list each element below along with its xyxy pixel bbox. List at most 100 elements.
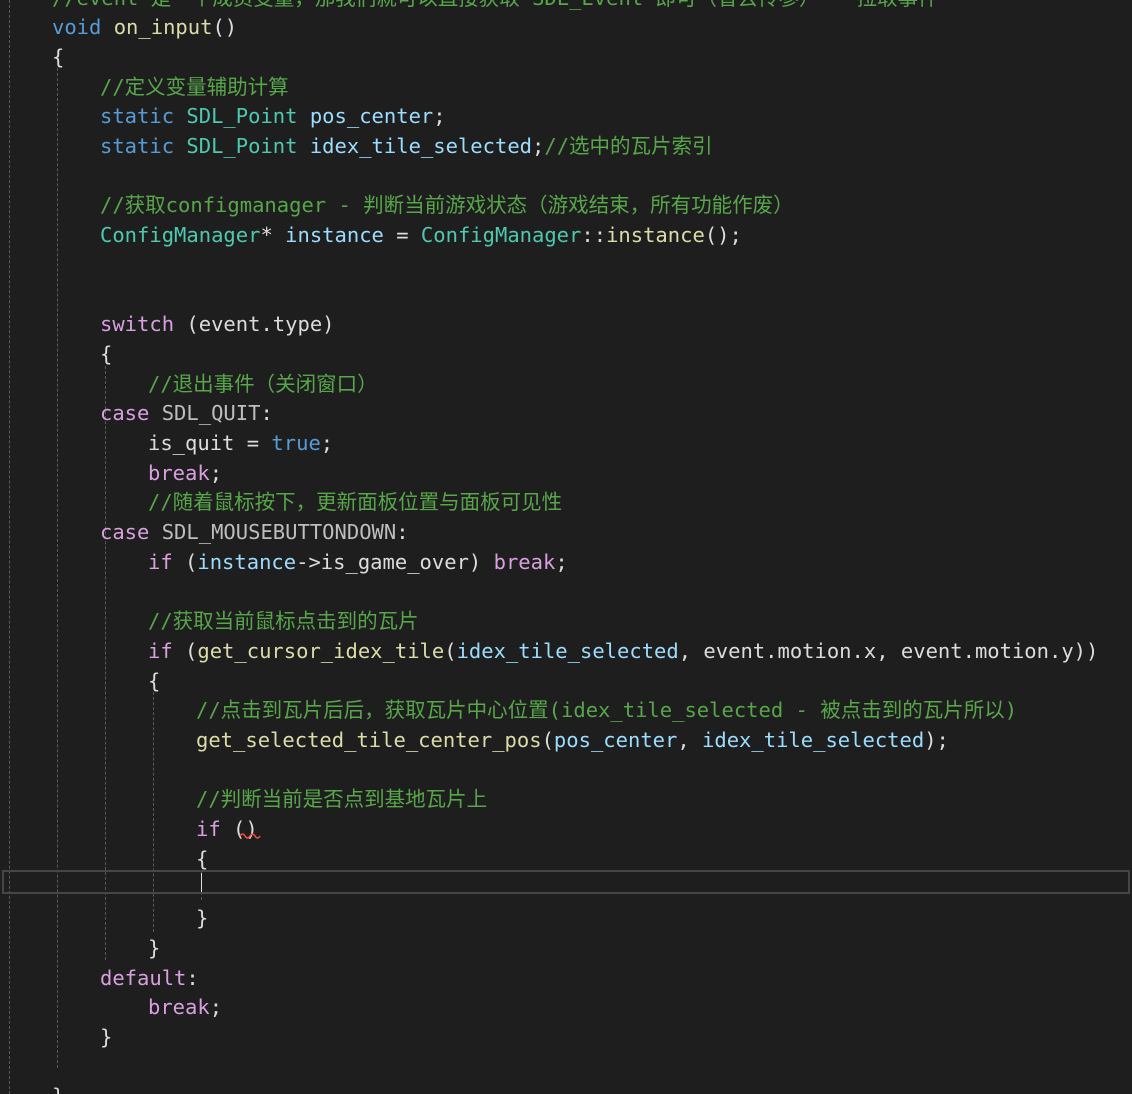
code-token: ;: [433, 104, 446, 129]
code-line[interactable]: }: [196, 904, 208, 934]
code-line[interactable]: //event 是一个成员变量，那我们就可以直接获取 SDL_Event 即可（…: [52, 0, 939, 13]
indent-guide: [153, 692, 154, 932]
code-token: :: [260, 401, 273, 426]
code-line[interactable]: is_quit = true;: [148, 429, 333, 459]
code-line[interactable]: //获取当前鼠标点击到的瓦片: [148, 607, 419, 637]
code-token: {: [52, 44, 65, 69]
code-token: instance: [606, 223, 705, 248]
code-line[interactable]: switch (event.type): [100, 310, 335, 340]
code-token: }: [52, 1084, 64, 1094]
code-editor[interactable]: //event 是一个成员变量，那我们就可以直接获取 SDL_Event 即可（…: [0, 0, 1132, 1094]
code-token: pos_center: [553, 728, 678, 752]
code-token: case: [100, 401, 150, 426]
code-token: idex_tile_selected: [309, 134, 533, 158]
code-token: ConfigManager: [100, 223, 261, 248]
code-token: instance: [197, 549, 297, 574]
code-line[interactable]: break;: [148, 993, 222, 1023]
code-line[interactable]: static SDL_Point idex_tile_selected;//选中…: [100, 132, 713, 162]
code-token: SDL_Point: [186, 104, 298, 129]
code-line[interactable]: //随着鼠标按下，更新面板位置与面板可见性: [148, 488, 562, 518]
code-line[interactable]: //获取configmanager - 判断当前游戏状态（游戏结束，所有功能作废…: [100, 191, 794, 221]
code-token: :: [186, 965, 199, 990]
code-token: default: [100, 965, 187, 990]
code-token: get_cursor_idex_tile: [197, 638, 445, 663]
code-line[interactable]: case SDL_MOUSEBUTTONDOWN:: [100, 518, 409, 548]
code-token: //判断当前是否点到基地瓦片上: [196, 787, 488, 812]
code-token: (: [172, 549, 198, 574]
code-line[interactable]: case SDL_QUIT:: [100, 399, 273, 429]
code-token: ;: [209, 460, 223, 485]
code-token: (: [541, 728, 554, 752]
code-line[interactable]: void on_input(): [52, 13, 237, 43]
code-token: on_input: [113, 15, 213, 40]
code-token: {: [148, 668, 161, 693]
code-token: ;: [320, 431, 334, 455]
code-token: //退出事件（关闭窗口）: [148, 371, 378, 396]
indent-guide: [9, 0, 10, 1094]
code-token: idex_tile_selected: [702, 728, 925, 752]
code-token: switch: [100, 312, 175, 337]
code-line[interactable]: //点击到瓦片后后，获取瓦片中心位置(idex_tile_selected - …: [196, 696, 1017, 726]
code-line[interactable]: if (instance->is_game_over) break;: [148, 548, 568, 578]
code-line[interactable]: //定义变量辅助计算: [100, 73, 289, 103]
code-token: idex_tile_selected: [456, 638, 679, 663]
code-token: ;: [555, 549, 568, 574]
code-token: ();: [704, 223, 742, 248]
code-token: SDL_QUIT: [161, 401, 261, 426]
code-token: if: [148, 638, 173, 663]
code-token: //获取configmanager - 判断当前游戏状态（游戏结束，所有功能作废…: [100, 193, 794, 218]
code-token: {: [196, 846, 209, 871]
code-line[interactable]: }: [100, 1023, 112, 1053]
code-token: case: [100, 520, 150, 545]
code-line[interactable]: break;: [148, 459, 222, 489]
code-token: =: [383, 223, 421, 248]
code-token: break: [148, 995, 210, 1020]
code-token: (event.type): [174, 312, 335, 337]
code-line[interactable]: }: [52, 1082, 64, 1094]
code-line[interactable]: get_selected_tile_center_pos(pos_center,…: [196, 726, 949, 756]
code-line[interactable]: if (get_cursor_idex_tile(idex_tile_selec…: [148, 637, 1098, 667]
code-line[interactable]: default:: [100, 964, 199, 994]
code-token: :: [396, 520, 409, 545]
code-token: static: [100, 134, 175, 158]
current-line-highlight: [2, 870, 1130, 894]
code-token: (: [444, 638, 457, 663]
code-line[interactable]: {: [100, 340, 112, 370]
code-token: //选中的瓦片索引: [544, 134, 713, 158]
code-line[interactable]: {: [52, 43, 64, 73]
code-token: *: [260, 223, 286, 248]
code-line[interactable]: static SDL_Point pos_center;: [100, 102, 446, 132]
code-token: //定义变量辅助计算: [100, 74, 289, 99]
code-token: true: [271, 431, 321, 455]
code-token: ;: [532, 134, 545, 158]
code-line[interactable]: //退出事件（关闭窗口）: [148, 370, 378, 400]
code-token: instance: [285, 223, 384, 248]
code-token: SDL_MOUSEBUTTONDOWN: [161, 520, 397, 545]
code-line[interactable]: //判断当前是否点到基地瓦片上: [196, 785, 487, 815]
code-token: get_selected_tile_center_pos: [196, 728, 542, 752]
code-token: //点击到瓦片后后，获取瓦片中心位置(idex_tile_selected - …: [196, 698, 1018, 723]
code-token: break: [493, 549, 556, 574]
indent-guide: [57, 68, 58, 1068]
code-token: pos_center: [309, 104, 434, 129]
code-line[interactable]: }: [148, 934, 160, 964]
code-line[interactable]: {: [148, 667, 160, 697]
code-token: (): [212, 15, 238, 40]
code-token: );: [924, 728, 949, 752]
code-line[interactable]: if (): [196, 815, 258, 845]
code-line[interactable]: ConfigManager* instance = ConfigManager:…: [100, 221, 742, 251]
code-token: , event.motion.x, event.motion.y)): [678, 638, 1099, 663]
code-token: ConfigManager: [420, 223, 582, 248]
code-token: ->is_game_over): [296, 549, 494, 574]
code-token: is_quit =: [148, 431, 272, 455]
code-token: SDL_Point: [186, 134, 298, 158]
code-line[interactable]: {: [196, 845, 208, 875]
code-token: void: [52, 15, 102, 40]
